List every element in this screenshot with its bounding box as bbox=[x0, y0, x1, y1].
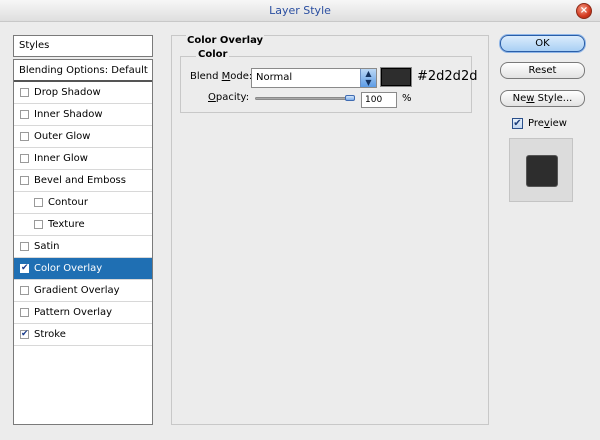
preview-label: Preview bbox=[528, 118, 567, 129]
checkbox-icon[interactable] bbox=[34, 220, 43, 229]
style-item-label: Pattern Overlay bbox=[34, 307, 113, 318]
style-item-label: Stroke bbox=[34, 329, 66, 340]
style-item-outer-glow[interactable]: Outer Glow bbox=[14, 126, 152, 148]
style-item-label: Satin bbox=[34, 241, 60, 252]
style-item-label: Color Overlay bbox=[34, 263, 103, 274]
checkbox-icon[interactable] bbox=[20, 110, 29, 119]
style-item-inner-shadow[interactable]: Inner Shadow bbox=[14, 104, 152, 126]
color-swatch[interactable] bbox=[380, 67, 412, 87]
styles-list: Blending Options: Default Drop Shadow Inne… bbox=[13, 59, 153, 425]
style-item-label: Texture bbox=[48, 219, 85, 230]
ok-button[interactable]: OK bbox=[500, 35, 585, 52]
checkbox-icon[interactable] bbox=[20, 154, 29, 163]
color-hex-label: #2d2d2d bbox=[417, 69, 478, 84]
style-item-bevel-and-emboss[interactable]: Bevel and Emboss bbox=[14, 170, 152, 192]
style-item-blending-options-default[interactable]: Blending Options: Default bbox=[14, 60, 152, 82]
style-item-contour[interactable]: Contour bbox=[14, 192, 152, 214]
style-item-label: Bevel and Emboss bbox=[34, 175, 126, 186]
opacity-label: Opacity: bbox=[208, 92, 250, 103]
style-item-satin[interactable]: Satin bbox=[14, 236, 152, 258]
opacity-slider-track[interactable] bbox=[255, 97, 355, 100]
preview-checkbox[interactable]: ✔ bbox=[512, 118, 523, 129]
checkbox-checked-icon[interactable]: ✔ bbox=[20, 330, 29, 339]
checkbox-icon[interactable] bbox=[20, 242, 29, 251]
updown-arrow-icon: ▲ ▼ bbox=[360, 69, 376, 87]
checkbox-icon[interactable] bbox=[20, 176, 29, 185]
opacity-unit: % bbox=[402, 93, 412, 104]
style-item-label: Contour bbox=[48, 197, 88, 208]
opacity-slider-thumb[interactable] bbox=[345, 95, 355, 101]
style-item-inner-glow[interactable]: Inner Glow bbox=[14, 148, 152, 170]
close-icon: × bbox=[579, 5, 589, 16]
preview-swatch bbox=[527, 156, 557, 186]
window-title: Layer Style bbox=[269, 4, 331, 17]
checkbox-icon[interactable] bbox=[20, 88, 29, 97]
checkbox-icon[interactable] bbox=[20, 308, 29, 317]
close-button[interactable]: × bbox=[576, 3, 592, 19]
checkbox-checked-icon[interactable]: ✔ bbox=[20, 264, 29, 273]
style-item-label: Drop Shadow bbox=[34, 87, 101, 98]
reset-button[interactable]: Reset bbox=[500, 62, 585, 79]
style-item-texture[interactable]: Texture bbox=[14, 214, 152, 236]
style-item-pattern-overlay[interactable]: Pattern Overlay bbox=[14, 302, 152, 324]
new-style-button[interactable]: New Style... bbox=[500, 90, 585, 107]
title-bar: Layer Style × bbox=[0, 0, 600, 22]
checkbox-icon[interactable] bbox=[20, 286, 29, 295]
blend-mode-select[interactable]: Normal ▲ ▼ bbox=[251, 68, 377, 88]
style-item-stroke[interactable]: ✔ Stroke bbox=[14, 324, 152, 346]
section-title: Color Overlay bbox=[186, 35, 265, 46]
checkbox-icon[interactable] bbox=[34, 198, 43, 207]
opacity-input[interactable]: 100 bbox=[361, 92, 397, 108]
style-item-color-overlay[interactable]: ✔ Color Overlay bbox=[14, 258, 152, 280]
preview-thumbnail bbox=[509, 138, 573, 202]
style-item-drop-shadow[interactable]: Drop Shadow bbox=[14, 82, 152, 104]
checkbox-icon[interactable] bbox=[20, 132, 29, 141]
style-item-label: Inner Glow bbox=[34, 153, 88, 164]
style-item-gradient-overlay[interactable]: Gradient Overlay bbox=[14, 280, 152, 302]
style-item-label: Outer Glow bbox=[34, 131, 91, 142]
blend-mode-label: Blend Mode: bbox=[190, 71, 253, 82]
blend-mode-value: Normal bbox=[256, 72, 293, 83]
style-item-label: Blending Options: Default bbox=[19, 64, 148, 76]
style-item-label: Gradient Overlay bbox=[34, 285, 120, 296]
style-item-label: Inner Shadow bbox=[34, 109, 103, 120]
styles-header[interactable]: Styles bbox=[13, 35, 153, 57]
color-group-title: Color bbox=[196, 49, 230, 60]
